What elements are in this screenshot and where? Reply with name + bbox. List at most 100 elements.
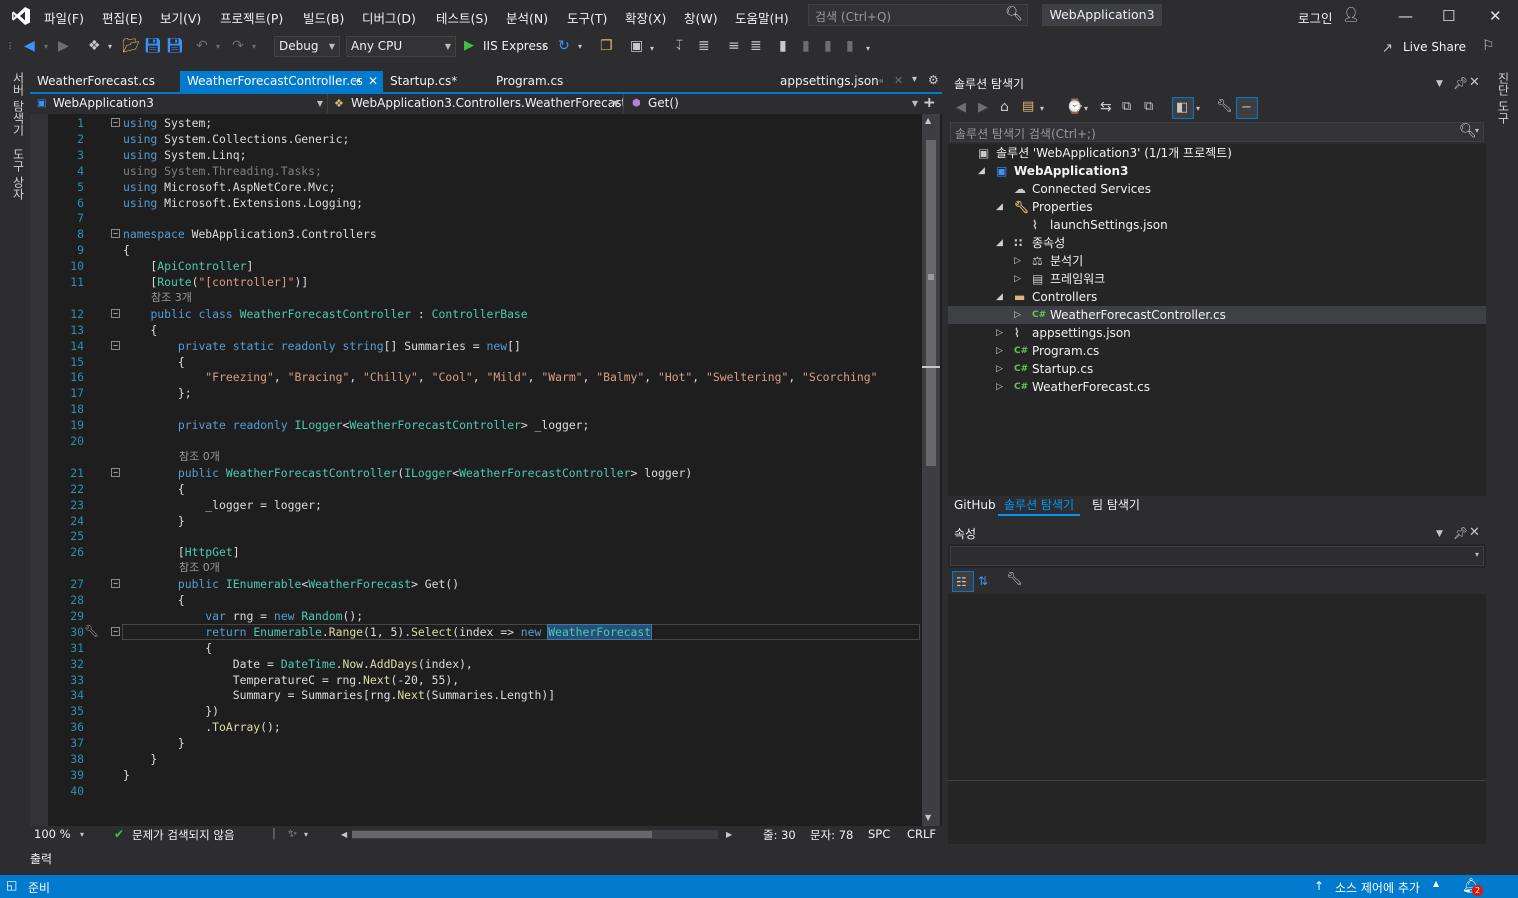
code-line[interactable]: 13 { bbox=[30, 322, 920, 338]
vertical-scroll-thumb[interactable] bbox=[926, 140, 936, 466]
code-cleanup-brush-icon[interactable]: ✨︎ bbox=[288, 826, 297, 842]
next-bookmark-icon[interactable]: ▮ bbox=[824, 38, 832, 54]
start-debugging-icon[interactable]: ▶ bbox=[464, 38, 474, 54]
code-line[interactable]: 35 }) bbox=[30, 703, 920, 719]
hot-reload-dropdown-icon[interactable]: ▾ bbox=[650, 41, 654, 57]
code-line[interactable]: 23 _logger = logger; bbox=[30, 497, 920, 513]
tab-weatherforecast-cs[interactable]: WeatherForecast.cs bbox=[30, 71, 180, 92]
code-line[interactable]: 2 using System.Collections.Generic; bbox=[30, 131, 920, 147]
tab-github[interactable]: GitHub bbox=[948, 496, 1002, 514]
show-all-files-icon[interactable]: ⧉ bbox=[1144, 99, 1153, 115]
new-project-dropdown-icon[interactable]: ▾ bbox=[108, 39, 112, 55]
code-line[interactable]: 28 { bbox=[30, 592, 920, 608]
code-line[interactable]: 11 [Route("[controller]")] bbox=[30, 274, 920, 290]
collapse-all-icon[interactable]: ⧉ bbox=[1122, 99, 1131, 115]
tab-solution-explorer[interactable]: 솔루션 탐색기 bbox=[998, 496, 1081, 516]
code-line[interactable]: 7 bbox=[30, 210, 920, 226]
step-into-icon[interactable]: ⥡ bbox=[676, 38, 683, 54]
vertical-scrollbar[interactable]: ▲ ▼ bbox=[922, 114, 940, 826]
menu-item[interactable]: 도움말(H) bbox=[735, 8, 789, 27]
solution-configuration-dropdown[interactable]: Debug ▼ bbox=[274, 36, 340, 57]
menu-item[interactable]: 파일(F) bbox=[44, 8, 84, 27]
tree-item[interactable]: ▷ ⌇ appsettings.json bbox=[948, 324, 1486, 342]
code-line[interactable]: 32 Date = DateTime.Now.AddDays(index), bbox=[30, 656, 920, 672]
solution-explorer-tree[interactable]: ▣ 솔루션 'WebApplication3' (1/1개 프로젝트) ◢ ▣ WebA… bbox=[948, 144, 1486, 496]
codelens-references[interactable]: 참조 0개 bbox=[179, 560, 220, 576]
split-editor-icon[interactable]: ➕︎ bbox=[924, 95, 935, 111]
code-line[interactable]: 14 − private static readonly string[] Sum… bbox=[30, 338, 920, 354]
code-line[interactable]: 8 − namespace WebApplication3.Controllers bbox=[30, 226, 920, 242]
forward-icon[interactable]: ▶ bbox=[978, 100, 988, 116]
collapsed-arrow-icon[interactable]: ▷ bbox=[996, 360, 1003, 378]
code-line[interactable]: 39} bbox=[30, 767, 920, 783]
undo-icon[interactable]: ↶ bbox=[196, 38, 208, 54]
live-share-button[interactable]: Live Share bbox=[1403, 40, 1466, 54]
tab-list-dropdown-icon[interactable]: ▾ bbox=[912, 72, 917, 88]
tree-item[interactable]: ◢ 🔧︎ Properties bbox=[948, 198, 1486, 216]
tree-item[interactable]: ◢ ▣ WebApplication3 bbox=[948, 162, 1486, 180]
zoom-chevron-down-icon[interactable]: ▾ bbox=[80, 827, 84, 843]
scroll-up-icon[interactable]: ▲ bbox=[925, 113, 931, 129]
close-tab-icon[interactable]: ✕ bbox=[894, 73, 903, 89]
code-line[interactable]: 29 var rng = new Random(); bbox=[30, 608, 920, 624]
menu-item[interactable]: 분석(N) bbox=[506, 8, 548, 27]
code-line[interactable]: 18 bbox=[30, 401, 920, 417]
code-line[interactable]: 24 } bbox=[30, 513, 920, 529]
collapsed-arrow-icon[interactable]: ▷ bbox=[1014, 252, 1021, 270]
tree-item[interactable]: ☁ Connected Services bbox=[948, 180, 1486, 198]
live-share-icon[interactable]: ↗ bbox=[1382, 41, 1393, 57]
scroll-down-icon[interactable]: ▼ bbox=[925, 810, 931, 826]
collapse-region-icon[interactable]: − bbox=[111, 579, 120, 589]
pin-tab-icon[interactable]: ⇥ bbox=[875, 74, 883, 90]
pending-changes-filter-icon[interactable]: ⌚ bbox=[1066, 99, 1083, 115]
save-icon[interactable]: 💾︎ bbox=[144, 38, 162, 54]
code-line[interactable]: 6 using Microsoft.Extensions.Logging; bbox=[30, 195, 920, 211]
code-editor[interactable]: 1− using System; 2 using System.Collections… bbox=[30, 114, 942, 826]
navigate-back-icon[interactable]: ◀ bbox=[24, 38, 35, 54]
search-options-dropdown-icon[interactable]: ▾ bbox=[1475, 126, 1479, 135]
categorized-toggle[interactable]: ☷ bbox=[952, 571, 974, 592]
back-dropdown-icon[interactable]: ▾ bbox=[44, 39, 48, 55]
code-line[interactable]: 9{ bbox=[30, 242, 920, 258]
close-window-icon[interactable]: ✕ bbox=[1489, 7, 1502, 25]
pin-panel-icon[interactable]: 📌︎ bbox=[1453, 525, 1468, 541]
sync-with-document-icon[interactable]: ⇆ bbox=[1100, 99, 1112, 115]
zoom-level-dropdown[interactable]: 100 % bbox=[34, 827, 71, 841]
add-to-source-control-button[interactable]: 소스 제어에 추가 bbox=[1335, 879, 1420, 896]
bookmark-icon[interactable]: ▮ bbox=[779, 38, 787, 54]
collapsed-arrow-icon[interactable]: ▷ bbox=[1014, 306, 1021, 324]
horizontal-scroll-thumb[interactable] bbox=[352, 831, 652, 838]
refresh-dropdown-icon[interactable]: ▾ bbox=[578, 39, 582, 55]
quick-actions-screwdriver-icon[interactable]: 🔧︎ bbox=[84, 623, 99, 639]
code-line[interactable]: 33 TemperatureC = rng.Next(-20, 55), bbox=[30, 672, 920, 688]
collapse-region-icon[interactable]: − bbox=[111, 229, 120, 239]
menu-item[interactable]: 디버그(D) bbox=[362, 8, 416, 27]
new-project-icon[interactable]: ❖ bbox=[88, 38, 101, 54]
collapse-region-icon[interactable]: − bbox=[111, 308, 120, 318]
output-window-icon[interactable]: ◱ bbox=[6, 878, 17, 892]
maximize-icon[interactable]: ☐ bbox=[1442, 7, 1455, 25]
code-line[interactable]: 3 using System.Linq; bbox=[30, 147, 920, 163]
step-over-icon[interactable]: ≣ bbox=[698, 38, 710, 54]
preview-selected-items-toggle[interactable]: ◧ bbox=[1172, 97, 1194, 119]
code-line[interactable]: 31 { bbox=[30, 640, 920, 656]
undo-dropdown-icon[interactable]: ▾ bbox=[216, 39, 220, 55]
tree-item[interactable]: ▷ C# Program.cs bbox=[948, 342, 1486, 360]
code-line[interactable]: 38 } bbox=[30, 751, 920, 767]
uncomment-lines-icon[interactable]: ≣ bbox=[750, 38, 762, 54]
class-dropdown[interactable]: ❖ WebApplication3.Controllers.WeatherFor… bbox=[330, 94, 624, 113]
pin-panel-icon[interactable]: 📌︎ bbox=[1453, 75, 1468, 91]
collapse-region-icon[interactable]: − bbox=[111, 467, 120, 477]
tab-weatherforecastcontroller-cs[interactable]: WeatherForecastController.cs ⇥ bbox=[180, 71, 383, 92]
tree-item[interactable]: ⌇ launchSettings.json bbox=[948, 216, 1486, 234]
clear-bookmarks-icon[interactable]: ▮ bbox=[846, 38, 854, 54]
menu-item[interactable]: 창(W) bbox=[684, 8, 718, 27]
project-dropdown[interactable]: ▣ WebApplication3 ▼ bbox=[34, 94, 328, 113]
previous-bookmark-icon[interactable]: ▮ bbox=[802, 38, 810, 54]
whitespace-indicator[interactable]: SPC bbox=[868, 827, 890, 841]
collapsed-arrow-icon[interactable]: ▷ bbox=[1014, 270, 1021, 288]
menu-item[interactable]: 빌드(B) bbox=[303, 8, 344, 27]
tree-item[interactable]: ▷ C# Startup.cs bbox=[948, 360, 1486, 378]
preview-dropdown-icon[interactable]: ▾ bbox=[1196, 101, 1200, 117]
expanded-arrow-icon[interactable]: ◢ bbox=[996, 288, 1003, 306]
